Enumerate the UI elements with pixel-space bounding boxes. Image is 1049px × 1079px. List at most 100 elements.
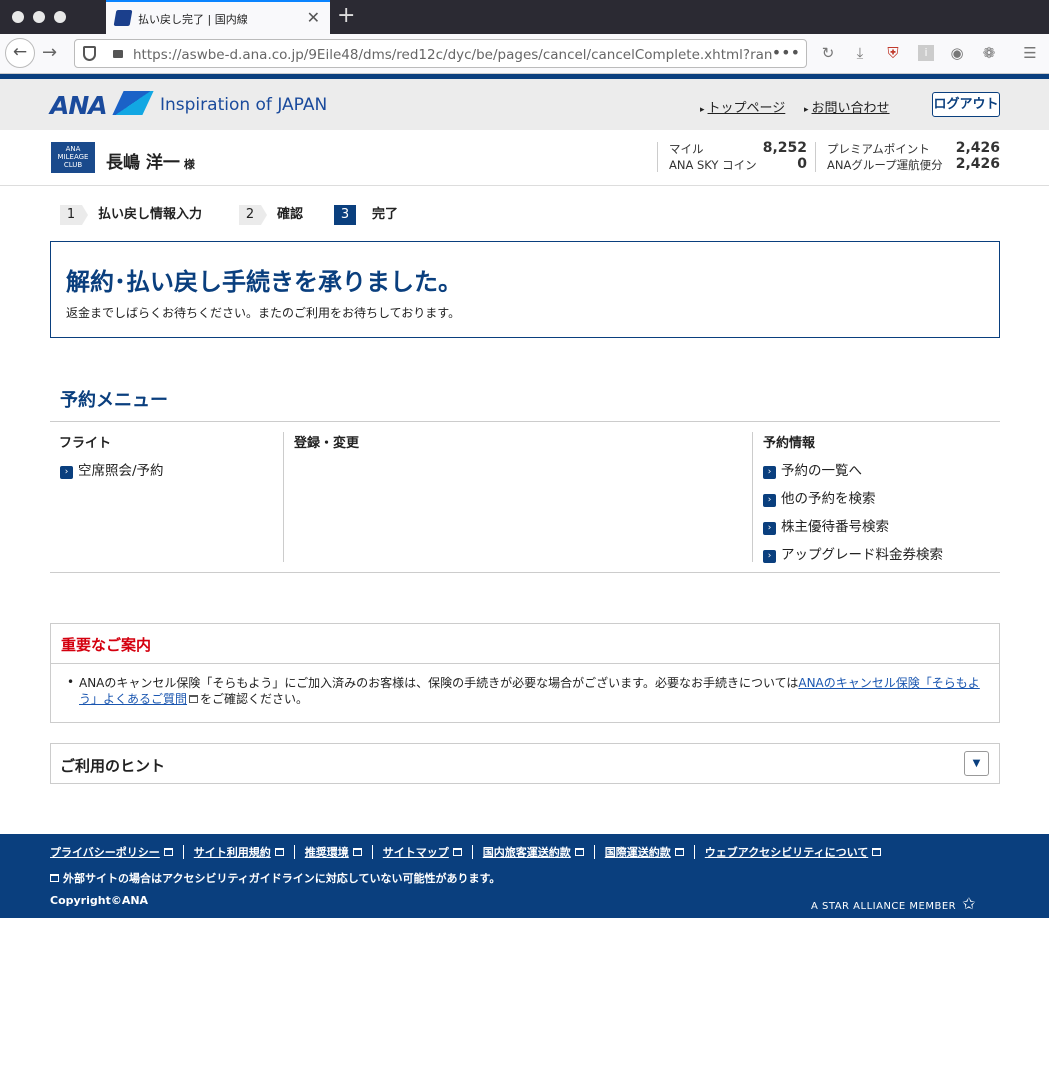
- divider: [50, 421, 1000, 422]
- browser-tab[interactable]: 払い戻し完了 | 国内線 ✕: [106, 0, 330, 34]
- notice-title: 重要なご案内: [51, 624, 999, 664]
- external-link-icon: [50, 874, 59, 882]
- star-alliance-icon: ✩: [962, 894, 977, 913]
- miles-block: マイル ANA SKY コイン 8,252 0: [669, 140, 809, 173]
- miles-value: 8,252: [762, 140, 807, 156]
- important-notice: 重要なご案内 • ANAのキャンセル保険「そらもよう」にご加入済みのお客様は、保…: [50, 623, 1000, 723]
- site-footer: プライバシーポリシー サイト利用規約 推奨環境 サイトマップ 国内旅客運送約款 国際運送約…: [0, 834, 1049, 918]
- step-1: 1 払い戻し情報入力: [60, 203, 203, 225]
- arrow-right-icon: ›: [763, 522, 776, 535]
- menu-item-label: 空席照会/予約: [78, 463, 164, 479]
- browser-navbar: ← → https://aswbe-d.ana.co.jp/9Eile48/dm…: [0, 34, 1049, 74]
- footer-link-terms[interactable]: サイト利用規約: [194, 846, 271, 859]
- arrow-right-icon: ›: [763, 494, 776, 507]
- premium-block: プレミアムポイント ANAグループ運航便分 2,426 2,426: [827, 140, 1000, 173]
- step-2: 2 確認: [239, 203, 304, 225]
- reload-icon[interactable]: ↻: [820, 45, 836, 61]
- minimize-window-button[interactable]: [33, 11, 45, 23]
- new-tab-icon[interactable]: +: [337, 3, 355, 28]
- external-link-icon: [452, 848, 462, 856]
- contact-link[interactable]: お問い合わせ: [804, 97, 890, 116]
- tagline: Inspiration of JAPAN: [160, 95, 328, 115]
- premium-value: 2,426: [955, 140, 1000, 156]
- ana-logo-stripe-icon: [112, 91, 154, 115]
- step-number: 3: [334, 205, 356, 225]
- lock-icon[interactable]: [113, 50, 123, 58]
- url-bar[interactable]: https://aswbe-d.ana.co.jp/9Eile48/dms/re…: [74, 39, 807, 68]
- top-page-link[interactable]: トップページ: [700, 97, 786, 116]
- star-alliance-link[interactable]: A STAR ALLIANCE MEMBER ✩: [811, 894, 976, 913]
- menu-item-label: アップグレード料金券検索: [781, 547, 943, 563]
- divider: [593, 845, 595, 859]
- notice-body: ANAのキャンセル保険「そらもよう」にご加入済みのお客様は、保険の手続きが必要な…: [79, 675, 991, 707]
- site-header: ANA Inspiration of JAPAN トップページ お問い合わせ ロ…: [0, 79, 1049, 130]
- flight-header: フライト: [59, 436, 112, 451]
- step-3: 3 完了: [334, 203, 399, 225]
- footer-link-accessibility[interactable]: ウェブアクセシビリティについて: [705, 846, 868, 859]
- logout-button[interactable]: ログアウト: [932, 92, 1000, 117]
- external-site-note: 外部サイトの場合はアクセシビリティガイドラインに対応していない可能性があります。: [50, 870, 500, 886]
- footer-link-international-terms[interactable]: 国際運送約款: [605, 846, 671, 859]
- footer-link-environment[interactable]: 推奨環境: [305, 846, 349, 859]
- step-label: 完了: [372, 207, 399, 222]
- footer-link-sitemap[interactable]: サイトマップ: [383, 846, 449, 859]
- back-icon[interactable]: ←: [5, 38, 35, 68]
- menu-item-label: 予約の一覧へ: [781, 463, 862, 479]
- reservation-list-link[interactable]: › 予約の一覧へ: [763, 459, 862, 479]
- close-tab-icon[interactable]: ✕: [307, 8, 320, 27]
- member-info-bar: ANA MILEAGE CLUB 長嶋 洋一様 マイル ANA SKY コイン 8,…: [0, 130, 1049, 186]
- external-link-icon: [674, 848, 684, 856]
- divider: [50, 572, 1000, 573]
- usage-hints[interactable]: ご利用のヒント ▼: [50, 743, 1000, 784]
- upgrade-coupon-search-link[interactable]: › アップグレード料金券検索: [763, 543, 943, 563]
- notice-text: ANAのキャンセル保険「そらもよう」にご加入済みのお客様は、保険の手続きが必要な…: [79, 676, 799, 690]
- hints-title: ご利用のヒント: [60, 757, 166, 775]
- arrow-right-icon: ›: [763, 550, 776, 563]
- divider: [752, 432, 753, 562]
- ublock-icon[interactable]: ⛨: [885, 45, 901, 61]
- menu-title: 予約メニュー: [60, 390, 168, 411]
- url-text[interactable]: https://aswbe-d.ana.co.jp/9Eile48/dms/re…: [133, 47, 773, 63]
- page-actions-icon[interactable]: •••: [772, 43, 800, 62]
- external-link-icon: [352, 848, 362, 856]
- extension-2-icon[interactable]: ❁: [981, 45, 997, 61]
- maximize-window-button[interactable]: [54, 11, 66, 23]
- bullet-icon: •: [67, 675, 75, 689]
- notice-text-after: をご確認ください。: [200, 692, 309, 706]
- tab-title: 払い戻し完了 | 国内線: [138, 13, 248, 26]
- seat-inquiry-link[interactable]: › 空席照会/予約: [60, 459, 164, 479]
- info-extension-icon[interactable]: i: [918, 45, 934, 61]
- footer-link-privacy[interactable]: プライバシーポリシー: [50, 846, 160, 859]
- arrow-right-icon: ›: [60, 466, 73, 479]
- footer-link-domestic-terms[interactable]: 国内旅客運送約款: [483, 846, 571, 859]
- divider: [371, 845, 373, 859]
- menu-icon[interactable]: ☰: [1022, 45, 1038, 61]
- extension-icon[interactable]: ◉: [949, 45, 965, 61]
- ana-favicon-icon: [113, 10, 133, 26]
- ana-logo[interactable]: ANA: [50, 91, 108, 120]
- tracking-shield-icon[interactable]: [83, 46, 96, 61]
- divider: [293, 845, 295, 859]
- step-label: 確認: [277, 207, 304, 222]
- register-change-header: 登録・変更: [294, 436, 360, 451]
- step-number: 1: [60, 205, 88, 225]
- external-link-icon: [163, 848, 173, 856]
- step-label: 払い戻し情報入力: [98, 207, 203, 222]
- external-link-icon: [189, 695, 199, 703]
- divider: [693, 845, 695, 859]
- forward-icon[interactable]: →: [42, 42, 57, 63]
- download-icon[interactable]: ⤓: [852, 45, 868, 61]
- menu-item-label: 株主優待番号検索: [781, 519, 889, 535]
- confirmation-message: 返金までしばらくお待ちください。またのご利用をお待ちしております。: [66, 306, 461, 320]
- chevron-down-icon[interactable]: ▼: [964, 751, 989, 776]
- step-number: 2: [239, 205, 267, 225]
- note-text: 外部サイトの場合はアクセシビリティガイドラインに対応していない可能性があります。: [63, 872, 501, 885]
- confirmation-title: 解約･払い戻し手続きを承りました。: [66, 268, 462, 296]
- arrow-right-icon: ›: [763, 466, 776, 479]
- shareholder-number-search-link[interactable]: › 株主優待番号検索: [763, 515, 889, 535]
- sky-coin-value: 0: [797, 156, 807, 172]
- external-link-icon: [274, 848, 284, 856]
- close-window-button[interactable]: [12, 11, 24, 23]
- search-other-reservation-link[interactable]: › 他の予約を検索: [763, 487, 876, 507]
- divider: [182, 845, 184, 859]
